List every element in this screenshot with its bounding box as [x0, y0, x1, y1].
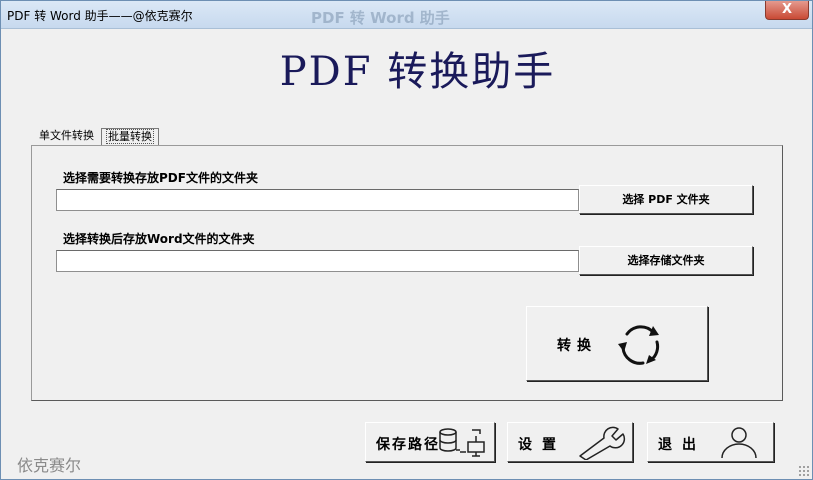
source-folder-label: 选择需要转换存放PDF文件的文件夹: [63, 171, 258, 185]
watermark: 依克赛尔: [17, 456, 82, 475]
source-folder-input[interactable]: [56, 189, 579, 211]
settings-button[interactable]: 设置: [507, 422, 633, 462]
app-window: PDF 转 Word 助手——@依克赛尔 PDF 转 Word 助手 X PDF…: [0, 0, 813, 480]
save-path-label: 保存路径: [376, 437, 440, 453]
save-path-button[interactable]: 保存路径: [365, 422, 495, 462]
refresh-cycle-icon: [618, 325, 660, 365]
window-title-shadow: PDF 转 Word 助手: [311, 9, 450, 27]
select-pdf-folder-button[interactable]: 选择 PDF 文件夹: [579, 185, 753, 214]
window-title: PDF 转 Word 助手——@依克赛尔: [7, 9, 193, 23]
app-title: PDF 转换助手: [279, 49, 556, 95]
tab-batch[interactable]: 批量转换: [101, 128, 159, 146]
resize-grip[interactable]: [798, 465, 810, 477]
select-storage-folder-button[interactable]: 选择存储文件夹: [579, 246, 753, 275]
database-network-icon: [439, 428, 485, 457]
convert-button-label: 转换: [557, 338, 597, 354]
exit-label: 退出: [658, 437, 706, 453]
user-icon: [721, 427, 757, 459]
wrench-icon: [579, 426, 626, 460]
close-icon: X: [781, 2, 793, 17]
close-button[interactable]: X: [765, 1, 809, 20]
target-folder-input[interactable]: [56, 250, 579, 272]
convert-button[interactable]: 转换: [526, 306, 708, 381]
settings-label: 设置: [518, 437, 566, 453]
exit-button[interactable]: 退出: [647, 422, 774, 462]
tab-single-file[interactable]: 单文件转换: [35, 128, 98, 146]
title-bar[interactable]: PDF 转 Word 助手——@依克赛尔 PDF 转 Word 助手 X: [1, 1, 812, 29]
target-folder-label: 选择转换后存放Word文件的文件夹: [63, 232, 255, 246]
tab-batch-label: 批量转换: [106, 129, 154, 144]
